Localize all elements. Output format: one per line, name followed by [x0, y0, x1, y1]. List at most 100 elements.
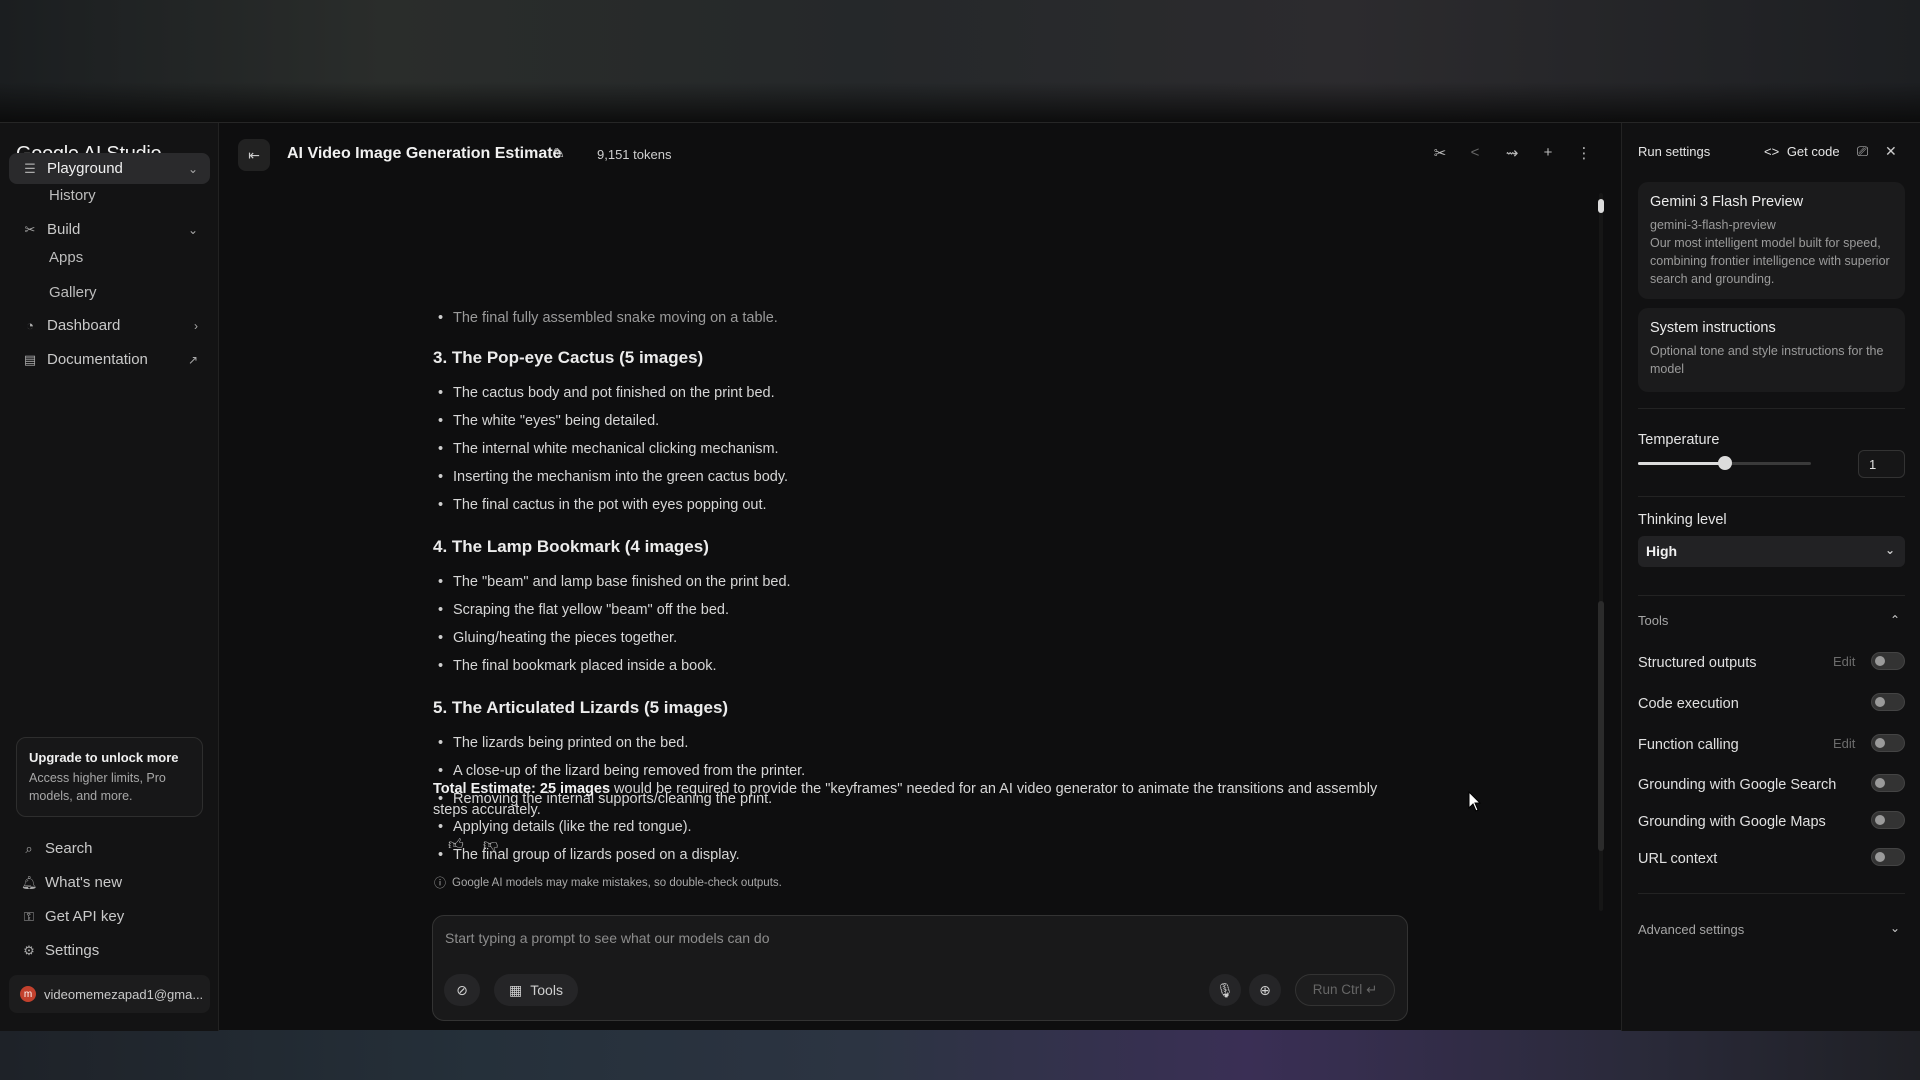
sidebar-item-label: Settings — [45, 942, 100, 959]
chevron-down-icon[interactable]: ⌄ — [188, 162, 198, 176]
chevron-down-icon: ⌄ — [1884, 543, 1895, 557]
sidebar-item-gallery[interactable]: Gallery — [49, 284, 97, 301]
info-icon: ⓘ — [434, 876, 447, 890]
sidebar-item-history[interactable]: History — [49, 187, 96, 204]
add-circle-icon: ⊕ — [1259, 981, 1271, 998]
sidebar-item-playground[interactable]: ☰ Playground ⌄ — [9, 153, 210, 184]
temperature-input[interactable]: 1 — [1858, 450, 1905, 478]
thinking-level-select[interactable]: High ⌄ — [1638, 536, 1905, 567]
system-instructions-description: Optional tone and style instructions for… — [1650, 344, 1884, 376]
system-instructions-card[interactable]: System instructions Optional tone and st… — [1638, 308, 1905, 392]
url-context-toggle[interactable] — [1871, 848, 1905, 866]
advanced-settings-header[interactable]: Advanced settings — [1638, 922, 1744, 937]
toggle-knob — [1875, 697, 1885, 707]
sidebar-item-dashboard[interactable]: ◔ Dashboard › — [9, 310, 210, 341]
thumbs-up-icon[interactable]: 👍︎ — [448, 836, 464, 854]
search-icon: ⌕ — [25, 840, 33, 856]
reset-icon[interactable]: ⎚ — [1857, 143, 1868, 160]
get-code-label: Get code — [1786, 144, 1840, 159]
thinking-level-label: Thinking level — [1638, 512, 1727, 528]
microphone-button[interactable]: 🎙︎ — [1209, 974, 1241, 1006]
sidebar-item-apps[interactable]: Apps — [49, 249, 83, 266]
sidebar-item-label: Dashboard — [47, 317, 121, 334]
toggle-sidebar-button[interactable]: ⇤ — [238, 139, 270, 171]
compare-icon[interactable]: ✂ — [1431, 144, 1449, 162]
share-icon[interactable]: < — [1466, 144, 1484, 161]
upgrade-description: Access higher limits, Pro models, and mo… — [29, 771, 166, 803]
section-heading: 3. The Pop-eye Cactus (5 images) — [433, 348, 704, 367]
model-selector[interactable]: Gemini 3 Flash Preview gemini-3-flash-pr… — [1638, 182, 1905, 299]
external-link-icon: ↗ — [187, 352, 198, 367]
eye-off-icon: ⊘ — [456, 981, 468, 998]
disclaimer-text: Google AI models may make mistakes, so d… — [452, 876, 782, 889]
grounding-google-maps-toggle[interactable] — [1871, 811, 1905, 829]
function-calling-toggle[interactable] — [1871, 734, 1905, 752]
chevron-down-icon[interactable]: ⌄ — [1890, 921, 1900, 935]
divider — [1638, 408, 1905, 409]
avatar: m — [20, 986, 36, 1002]
sidebar-settings[interactable]: ⚙ Settings — [21, 942, 99, 959]
list-item: The lizards being printed on the bed. — [438, 735, 688, 751]
main-area: ⇤ AI Video Image Generation Estimate ✎ 9… — [220, 123, 1620, 1031]
ai-studio-window: Google AI Studio ⌄ ☰ Playground ⌄ Histor… — [0, 122, 1920, 1031]
tool-grounding-google-maps-label: Grounding with Google Maps — [1638, 814, 1826, 830]
new-chat-icon[interactable]: + — [1539, 144, 1557, 161]
tool-structured-outputs-label: Structured outputs — [1638, 655, 1757, 671]
chevron-up-icon[interactable]: ⌃ — [1890, 613, 1900, 627]
account-button[interactable]: m videomemezapad1@gma... — [9, 975, 210, 1013]
toggle-knob — [1875, 738, 1885, 748]
key-icon: ⚿ — [24, 908, 34, 924]
scrollbar-thumb[interactable] — [1598, 601, 1604, 851]
sidebar-get-api-key[interactable]: ⚿ Get API key — [21, 908, 124, 925]
sidebar-item-build[interactable]: ✂ Build ⌄ — [9, 214, 210, 245]
sidebar-search[interactable]: ⌕ Search — [21, 840, 92, 857]
more-options-icon[interactable]: ⋮ — [1575, 144, 1593, 162]
disclaimer: ⓘ Google AI models may make mistakes, so… — [434, 874, 782, 891]
section-heading: 4. The Lamp Bookmark (4 images) — [433, 537, 709, 556]
upgrade-title: Upgrade to unlock more — [29, 750, 179, 765]
chevron-down-icon[interactable]: ⌄ — [188, 223, 198, 237]
sidebar-item-documentation[interactable]: ▤ Documentation ↗ — [9, 344, 210, 375]
toggle-knob — [1875, 815, 1885, 825]
build-icon: ✂ — [24, 221, 36, 237]
run-button[interactable]: Run Ctrl ↵ — [1295, 974, 1395, 1006]
section-heading: 5. The Articulated Lizards (5 images) — [433, 698, 729, 717]
model-description: Our most intelligent model built for spe… — [1650, 236, 1890, 286]
function-calling-edit-button[interactable]: Edit — [1833, 736, 1855, 751]
upgrade-card[interactable]: Upgrade to unlock more Access higher lim… — [16, 737, 203, 817]
get-code-button[interactable]: <> Get code — [1764, 144, 1840, 159]
thumbs-down-icon[interactable]: 👎︎ — [483, 836, 498, 854]
hide-thoughts-button[interactable]: ⊘ — [444, 974, 480, 1006]
sidebar-item-label: Build — [47, 221, 81, 238]
scroll-indicator[interactable] — [1598, 199, 1604, 213]
sidebar-whats-new[interactable]: 🔔︎ What's new — [21, 874, 122, 891]
model-id: gemini-3-flash-preview — [1650, 218, 1776, 232]
sidebar: Google AI Studio ⌄ ☰ Playground ⌄ Histor… — [0, 123, 219, 1031]
background-bottom — [0, 1030, 1920, 1080]
model-name: Gemini 3 Flash Preview — [1650, 194, 1804, 210]
playground-icon: ☰ — [24, 160, 36, 176]
list-item: The final fully assembled snake moving o… — [438, 310, 778, 326]
edit-icon[interactable]: ✎ — [553, 145, 565, 162]
structured-outputs-edit-button[interactable]: Edit — [1833, 654, 1855, 669]
background-top — [0, 0, 1920, 122]
add-media-button[interactable]: ⊕ — [1249, 974, 1281, 1006]
microphone-icon: 🎙︎ — [1216, 981, 1234, 998]
tool-function-calling-label: Function calling — [1638, 737, 1739, 753]
prompt-input[interactable]: Start typing a prompt to see what our mo… — [445, 930, 770, 946]
prompt-box[interactable]: Start typing a prompt to see what our mo… — [432, 915, 1408, 1021]
dashboard-icon: ◔ — [26, 318, 34, 333]
code-execution-toggle[interactable] — [1871, 693, 1905, 711]
tool-url-context-label: URL context — [1638, 851, 1718, 867]
list-item: The "beam" and lamp base finished on the… — [438, 574, 791, 590]
temperature-slider-thumb[interactable] — [1717, 456, 1732, 470]
grounding-google-search-toggle[interactable] — [1871, 774, 1905, 792]
tools-label: Tools — [530, 982, 563, 998]
grid-icon: ▦ — [509, 981, 523, 998]
close-icon[interactable]: ✕ — [1885, 143, 1897, 160]
structured-outputs-toggle[interactable] — [1871, 652, 1905, 670]
branch-icon[interactable]: ⇝ — [1503, 144, 1521, 162]
tools-section-header[interactable]: Tools — [1638, 613, 1668, 628]
tools-button[interactable]: ▦ Tools — [494, 974, 578, 1006]
divider — [1638, 893, 1905, 894]
